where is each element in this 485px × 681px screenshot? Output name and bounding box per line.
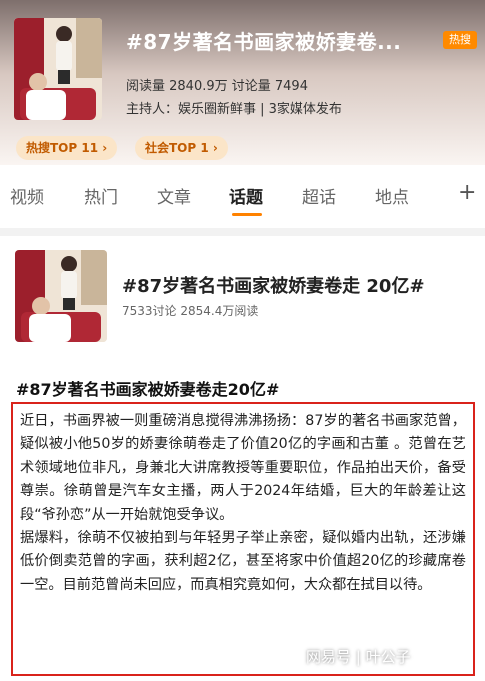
tab-topic[interactable]: 话题 (229, 183, 263, 208)
hot-badge: 热搜 (443, 31, 477, 49)
topic-cover-image[interactable] (14, 18, 102, 120)
article-title[interactable]: #87岁著名书画家被娇妻卷走20亿# (16, 376, 279, 400)
cover-photo-icon (14, 18, 102, 120)
tab-bar: 视频 热门 文章 话题 超话 地点 + (0, 170, 485, 222)
tab-location[interactable]: 地点 (375, 183, 409, 208)
tab-video[interactable]: 视频 (10, 183, 44, 208)
card-photo-icon (15, 250, 107, 342)
topic-card-image[interactable] (15, 250, 107, 342)
topic-card-title[interactable]: #87岁著名书画家被娇妻卷走 20亿# (122, 272, 425, 298)
hot-rank-tag[interactable]: 热搜TOP 11 › (16, 136, 118, 160)
topic-stats: 阅读量 2840.9万 讨论量 7494 (126, 79, 308, 94)
tab-hot[interactable]: 热门 (84, 183, 118, 208)
article-content-box: 近日，书画界被一则重磅消息搅得沸沸扬扬：87岁的著名书画家范曾，疑似被小他50岁… (11, 402, 475, 676)
active-tab-indicator (232, 213, 262, 216)
topic-header: #87岁著名书画家被娇妻卷... 热搜 阅读量 2840.9万 讨论量 7494… (0, 0, 485, 165)
tab-article[interactable]: 文章 (157, 183, 191, 208)
topic-host[interactable]: 主持人：娱乐圈新鲜事 | 3家媒体发布 (126, 98, 342, 117)
section-divider (0, 228, 485, 236)
society-rank-tag[interactable]: 社会TOP 1 › (135, 136, 228, 160)
article-paragraph: 近日，书画界被一则重磅消息搅得沸沸扬扬：87岁的著名书画家范曾，疑似被小他50岁… (20, 413, 466, 523)
topic-title: #87岁著名书画家被娇妻卷... (126, 30, 402, 54)
article-paragraph: 据爆料，徐萌不仅被拍到与年轻男子举止亲密，疑似婚内出轨，还涉嫌低价倒卖范曾的字画… (20, 530, 466, 593)
tab-super-topic[interactable]: 超话 (302, 183, 336, 208)
topic-card-stats: 7533讨论 2854.4万阅读 (122, 304, 259, 318)
plus-icon[interactable]: + (458, 180, 476, 205)
source-watermark: 网易号 | 叶公子 (306, 648, 411, 666)
